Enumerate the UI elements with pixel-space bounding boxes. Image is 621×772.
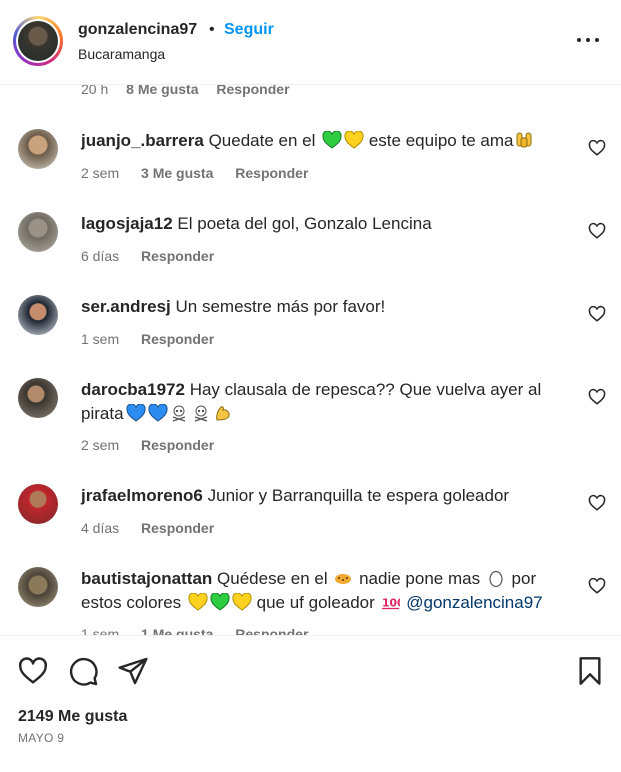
reply-button[interactable]: Responder: [141, 520, 214, 536]
blue-heart-icon: [125, 403, 146, 422]
skull-crossbones-icon: [170, 404, 188, 422]
more-horizontal-icon[interactable]: [574, 30, 602, 50]
reply-button[interactable]: Responder: [141, 248, 214, 264]
comment-text: juanjo_.barrera Quedate en el este equip…: [81, 129, 561, 153]
comment-time: 4 días: [81, 520, 120, 536]
svg-text:100: 100: [382, 597, 400, 610]
comment-username[interactable]: bautistajonattan: [81, 569, 212, 588]
bookmark-icon[interactable]: [574, 655, 606, 687]
comment-icon[interactable]: [67, 655, 99, 687]
egg-icon: [487, 569, 505, 588]
comment-text: lagosjaja12 El poeta del gol, Gonzalo Le…: [81, 212, 561, 236]
blue-heart-icon: [147, 403, 168, 422]
partial-comment-meta: 20 h 8 Me gusta Responder: [81, 85, 304, 97]
like-comment-heart-icon[interactable]: [588, 494, 606, 512]
avatar[interactable]: [18, 295, 58, 335]
yellow-heart-icon: [232, 592, 252, 611]
header-avatar[interactable]: [13, 16, 63, 66]
comment-time: 20 h: [81, 85, 109, 97]
like-comment-heart-icon[interactable]: [588, 139, 606, 157]
avatar[interactable]: [18, 378, 58, 418]
skull-crossbones-icon: [192, 404, 210, 422]
comment-text: darocba1972 Hay clausala de repesca?? Qu…: [81, 378, 561, 426]
comment-body: El poeta del gol, Gonzalo Lencina: [177, 214, 432, 233]
post-actions-section: 2149 Me gusta MAYO 9: [0, 635, 621, 772]
yellow-heart-icon: [344, 130, 364, 149]
header-location[interactable]: Bucaramanga: [78, 46, 165, 62]
avatar[interactable]: [18, 484, 58, 524]
post-date: MAYO 9: [18, 731, 65, 745]
heart-icon[interactable]: [17, 655, 49, 687]
comment-body: Un semestre más por favor!: [175, 297, 386, 316]
reply-button[interactable]: Responder: [141, 331, 214, 347]
yellow-heart-icon: [188, 592, 208, 611]
reply-button[interactable]: Responder: [235, 626, 308, 635]
post-likes-count[interactable]: 2149 Me gusta: [18, 708, 127, 726]
mention-link[interactable]: @gonzalencina97: [406, 593, 542, 612]
comment-meta: 1 sem 1 Me gusta Responder: [81, 626, 326, 635]
post-header: gonzalencina97 • Seguir Bucaramanga: [0, 0, 621, 85]
avatar[interactable]: [18, 212, 58, 252]
comment-body: Junior y Barranquilla te espera goleador: [207, 486, 510, 505]
avatar[interactable]: [18, 567, 58, 607]
comment-body: este equipo te ama: [368, 131, 514, 150]
reply-button[interactable]: Responder: [216, 85, 289, 97]
comment-body: estos colores: [81, 593, 182, 612]
comment-username[interactable]: ser.andresj: [81, 297, 171, 316]
comment-time: 1 sem: [81, 331, 120, 347]
like-comment-heart-icon[interactable]: [588, 388, 606, 406]
hug-hands-icon: [515, 131, 533, 149]
like-comment-heart-icon[interactable]: [588, 222, 606, 240]
comment-text: jrafaelmoreno6 Junior y Barranquilla te …: [81, 484, 561, 508]
share-icon[interactable]: [117, 655, 149, 687]
comment-body: nadie pone mas: [359, 569, 481, 588]
header-username[interactable]: gonzalencina97: [78, 21, 197, 39]
leopard-icon: [334, 569, 352, 587]
comment-username[interactable]: lagosjaja12: [81, 214, 173, 233]
comment-meta: 2 sem 3 Me gusta Responder: [81, 165, 326, 181]
comment-text: ser.andresj Un semestre más por favor!: [81, 295, 561, 319]
comment-username[interactable]: darocba1972: [81, 380, 185, 399]
avatar[interactable]: [18, 129, 58, 169]
comment-likes[interactable]: 3 Me gusta: [141, 165, 213, 181]
comment-meta: 2 sem Responder: [81, 437, 232, 453]
comment-meta: 6 días Responder: [81, 248, 232, 264]
comment-body: Hay clausala de repesca?? Que vuelva aye…: [189, 380, 542, 399]
comment-meta: 1 sem Responder: [81, 331, 232, 347]
comment-time: 6 días: [81, 248, 120, 264]
comment-time: 2 sem: [81, 437, 120, 453]
comment-time: 2 sem: [81, 165, 120, 181]
follow-button[interactable]: Seguir: [224, 21, 274, 39]
hundred-points-icon: 100: [381, 594, 404, 612]
flexed-biceps-icon: [214, 404, 232, 422]
comment-body: que uf goleador: [256, 593, 375, 612]
comment-body: por: [511, 569, 537, 588]
comment-body: pirata: [81, 404, 124, 423]
comment-likes[interactable]: 1 Me gusta: [141, 626, 213, 635]
comment-likes[interactable]: 8 Me gusta: [126, 85, 198, 97]
comment-time: 1 sem: [81, 626, 120, 635]
comment-meta: 4 días Responder: [81, 520, 232, 536]
comment-body: Quedate en el: [208, 131, 316, 150]
header-separator: •: [209, 21, 215, 38]
green-heart-icon: [210, 592, 230, 611]
comment-username[interactable]: jrafaelmoreno6: [81, 486, 203, 505]
comments-list[interactable]: 20 h 8 Me gusta Responder juanjo_.barrer…: [0, 85, 621, 635]
like-comment-heart-icon[interactable]: [588, 305, 606, 323]
comment-text: bautistajonattan Quédese en el nadie pon…: [81, 567, 561, 615]
green-heart-icon: [322, 130, 342, 149]
comment-body: Quédese en el: [217, 569, 328, 588]
reply-button[interactable]: Responder: [141, 437, 214, 453]
comment-username[interactable]: juanjo_.barrera: [81, 131, 204, 150]
reply-button[interactable]: Responder: [235, 165, 308, 181]
like-comment-heart-icon[interactable]: [588, 577, 606, 595]
